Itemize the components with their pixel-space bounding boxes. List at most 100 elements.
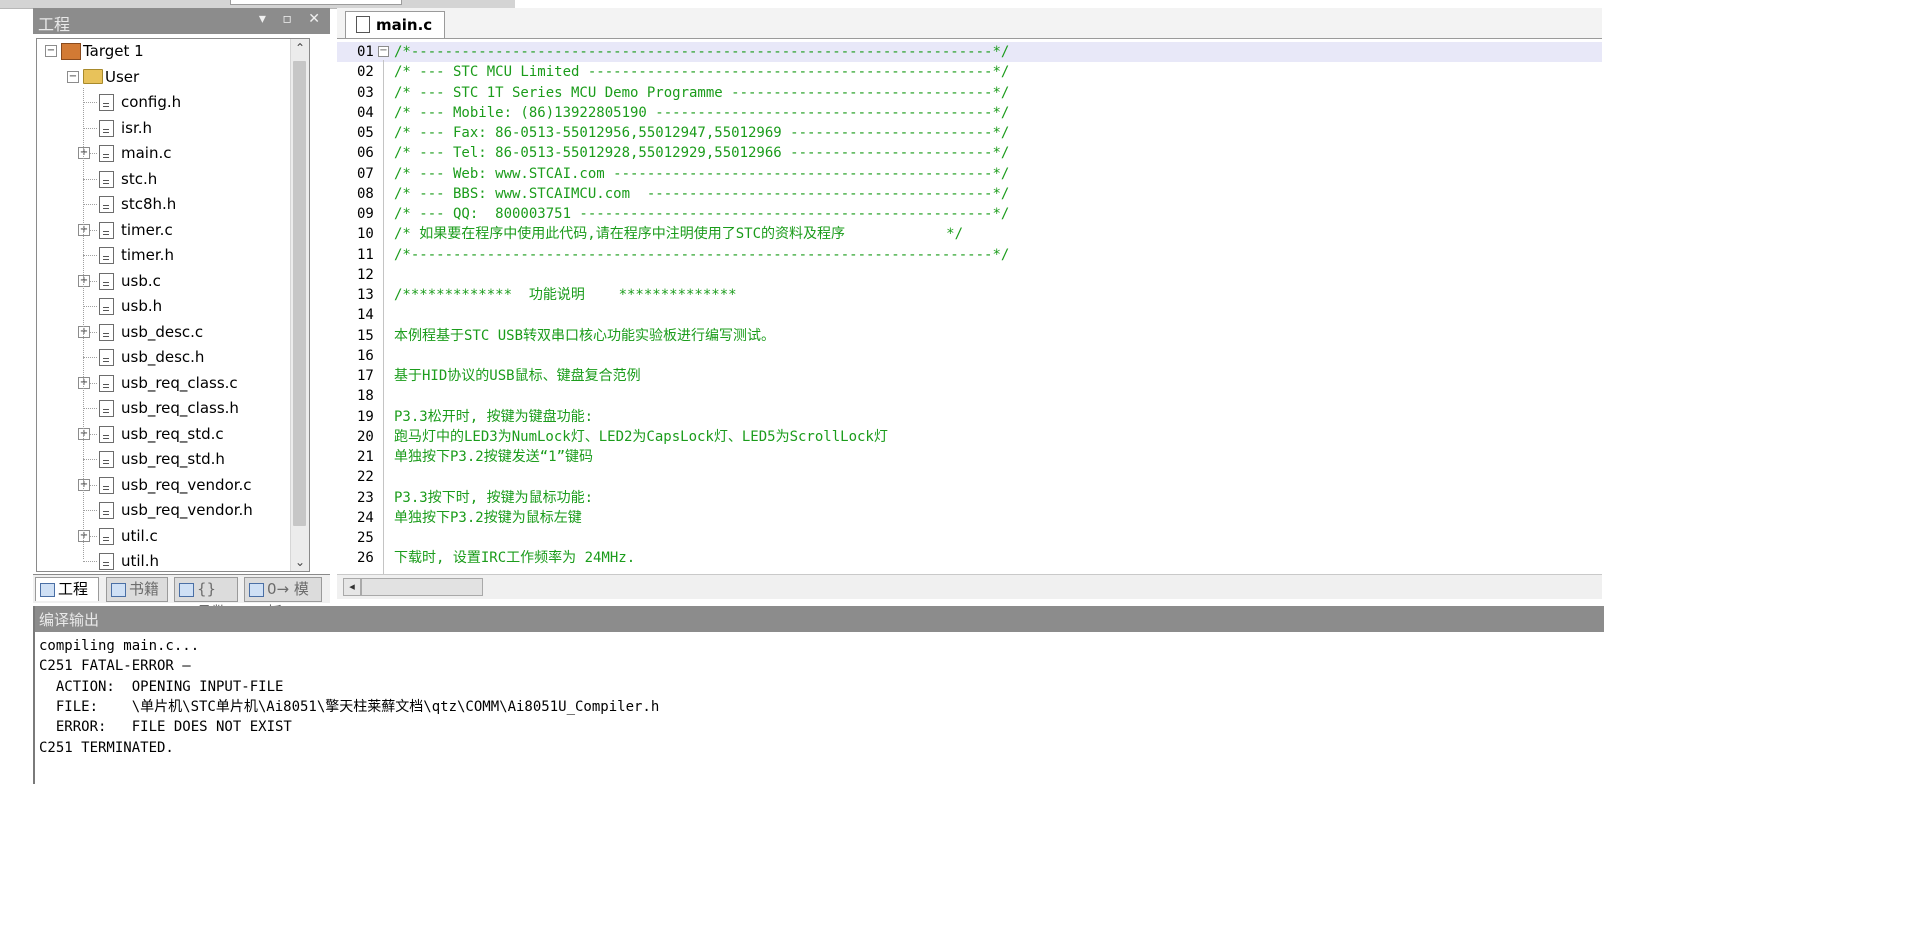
scroll-left-arrow-icon[interactable]: ◂ bbox=[343, 578, 361, 596]
expand-icon[interactable]: + bbox=[78, 274, 90, 287]
expand-icon[interactable]: + bbox=[78, 478, 90, 491]
source-file-icon bbox=[99, 272, 114, 290]
tree-item-label[interactable]: usb_desc.c bbox=[121, 320, 203, 344]
tree-item-label[interactable]: usb_req_vendor.h bbox=[121, 498, 253, 522]
code-line[interactable]: 17 基于HID协议的USB鼠标、键盘复合范例 bbox=[337, 366, 1602, 386]
tree-item-label[interactable]: Target 1 bbox=[83, 39, 144, 63]
line-number: 16 bbox=[357, 347, 374, 364]
tab-icon bbox=[111, 583, 126, 597]
tab-books[interactable]: 书籍 bbox=[106, 577, 168, 602]
source-file-icon bbox=[99, 145, 114, 162]
code-line[interactable]: 10 /* 如果要在程序中使用此代码,请在程序中注明使用了STC的资料及程序 */ bbox=[337, 224, 1602, 244]
expand-icon[interactable]: + bbox=[78, 529, 90, 542]
line-number: 08 bbox=[357, 185, 374, 202]
scroll-down-arrow-icon[interactable]: ⌄ bbox=[291, 553, 309, 571]
code-text: /*--------------------------------------… bbox=[394, 246, 1010, 263]
editor-tabbar: main.c bbox=[337, 8, 1602, 39]
editor-horizontal-scrollbar[interactable]: ◂ bbox=[337, 574, 1602, 599]
line-number: 03 bbox=[357, 84, 374, 101]
tree-item-label[interactable]: isr.h bbox=[121, 116, 152, 140]
code-line[interactable]: 06 /* --- Tel: 86-0513-55012928,55012929,… bbox=[337, 143, 1602, 163]
toolbar-combo[interactable] bbox=[230, 0, 402, 5]
line-number: 26 bbox=[357, 550, 374, 567]
code-line[interactable]: 23 P3.3按下时, 按键为鼠标功能: bbox=[337, 488, 1602, 508]
expand-icon[interactable]: + bbox=[78, 376, 90, 389]
code-line[interactable]: 08 /* --- BBS: www.STCAIMCU.com ---------… bbox=[337, 184, 1602, 204]
tree-item-label[interactable]: main.c bbox=[121, 141, 172, 165]
tree-item-label[interactable]: timer.h bbox=[121, 243, 174, 267]
tab-main-c[interactable]: main.c bbox=[345, 11, 446, 38]
tree-connector bbox=[83, 408, 97, 409]
code-line[interactable]: 25 bbox=[337, 528, 1602, 548]
tab-templates[interactable]: 0→ 模板 bbox=[244, 577, 322, 621]
expand-icon[interactable]: + bbox=[78, 223, 90, 236]
collapse-icon[interactable]: − bbox=[45, 45, 57, 57]
tree-item-label[interactable]: usb_req_std.c bbox=[121, 422, 224, 446]
source-file-icon bbox=[99, 94, 114, 111]
code-line[interactable]: 11 /*------------------------------------… bbox=[337, 245, 1602, 265]
code-line[interactable]: 21 单独按下P3.2按键发送“1”键码 bbox=[337, 447, 1602, 467]
horizontal-scroll-thumb[interactable] bbox=[361, 578, 483, 596]
tab-icon bbox=[179, 583, 194, 597]
code-line[interactable]: 13 /************* 功能说明 ************** bbox=[337, 285, 1602, 305]
tree-item-label[interactable]: usb_req_class.h bbox=[121, 396, 239, 420]
expand-icon[interactable]: + bbox=[78, 427, 90, 440]
source-file-icon bbox=[99, 119, 114, 137]
code-line[interactable]: 19 P3.3松开时, 按键为键盘功能: bbox=[337, 407, 1602, 427]
tab-project[interactable]: 工程 bbox=[35, 577, 99, 601]
source-file-icon bbox=[99, 553, 114, 570]
code-line[interactable]: 20 跑马灯中的LED3为NumLock灯、LED2为CapsLock灯、LED5… bbox=[337, 427, 1602, 447]
tab-functions[interactable]: {} 函数 bbox=[174, 577, 238, 621]
code-line[interactable]: 09 /* --- QQ: 800003751 -----------------… bbox=[337, 204, 1602, 224]
code-line[interactable]: 15 本例程基于STC USB转双串口核心功能实验板进行编写测试。 bbox=[337, 326, 1602, 346]
code-line[interactable]: 14 bbox=[337, 305, 1602, 325]
code-line[interactable]: 02 /* --- STC MCU Limited ---------------… bbox=[337, 62, 1602, 82]
code-line[interactable]: 24 单独按下P3.2按键为鼠标左键 bbox=[337, 508, 1602, 528]
output-line: C251 FATAL-ERROR – bbox=[39, 658, 191, 675]
tab-label: main.c bbox=[376, 16, 433, 34]
tree-item-label[interactable]: usb_req_vendor.c bbox=[121, 473, 252, 497]
output-line: C251 TERMINATED. bbox=[39, 739, 174, 756]
tree-item-label[interactable]: usb_req_std.h bbox=[121, 447, 225, 471]
scroll-up-arrow-icon[interactable]: ⌃ bbox=[291, 39, 309, 57]
tree-item-label[interactable]: usb_req_class.c bbox=[121, 371, 238, 395]
tree-item-label[interactable]: config.h bbox=[121, 90, 181, 114]
tree-item-label[interactable]: stc8h.h bbox=[121, 192, 176, 216]
collapse-icon[interactable]: − bbox=[67, 70, 79, 83]
code-line[interactable]: 05 /* --- Fax: 86-0513-55012956,55012947,… bbox=[337, 123, 1602, 143]
code-line[interactable]: 07 /* --- Web: www.STCAI.com ------------… bbox=[337, 164, 1602, 184]
tree-item-label[interactable]: stc.h bbox=[121, 167, 157, 191]
tree-item-label[interactable]: usb_desc.h bbox=[121, 345, 204, 369]
code-line[interactable]: 03 /* --- STC 1T Series MCU Demo Programm… bbox=[337, 83, 1602, 103]
scroll-thumb[interactable] bbox=[293, 61, 306, 526]
pane-controls[interactable]: ▾ ▫ ✕ bbox=[259, 11, 326, 27]
code-text: P3.3按下时, 按键为鼠标功能: bbox=[394, 489, 594, 506]
code-line[interactable]: 01 /*------------------------------------… bbox=[337, 42, 1602, 62]
expand-icon[interactable]: + bbox=[78, 325, 90, 338]
code-text: /* --- BBS: www.STCAIMCU.com -----------… bbox=[394, 185, 1010, 202]
tree-item-label[interactable]: util.c bbox=[121, 524, 158, 548]
code-line[interactable]: 22 bbox=[337, 467, 1602, 487]
tab-icon bbox=[40, 583, 55, 597]
source-file-icon bbox=[99, 451, 114, 468]
tree-vertical-connector bbox=[83, 88, 84, 559]
code-line[interactable]: 04 /* --- Mobile: (86)13922805190 -------… bbox=[337, 103, 1602, 123]
code-line[interactable]: 12 bbox=[337, 265, 1602, 285]
code-line[interactable]: 16 bbox=[337, 346, 1602, 366]
line-number: 02 bbox=[357, 64, 374, 81]
tree-vertical-scrollbar[interactable]: ⌃ ⌄ bbox=[290, 39, 309, 571]
code-line[interactable]: 26 下载时, 设置IRC工作频率为 24MHz. bbox=[337, 548, 1602, 568]
tree-item-label[interactable]: timer.c bbox=[121, 218, 173, 242]
tree-item-label[interactable]: usb.h bbox=[121, 294, 162, 318]
code-line[interactable]: 18 bbox=[337, 386, 1602, 406]
expand-icon[interactable]: + bbox=[78, 147, 90, 159]
c-file-icon bbox=[356, 16, 370, 33]
tree-item-label[interactable]: util.h bbox=[121, 549, 159, 571]
line-number: 13 bbox=[357, 287, 374, 303]
code-area[interactable]: − 01/*----------------------------------… bbox=[337, 42, 1602, 574]
project-pane: 工程 ▾ ▫ ✕ ⌃ ⌄ − Target 1− User config.h isr.h… bbox=[33, 8, 330, 621]
tree-item-label[interactable]: User bbox=[105, 65, 139, 89]
line-number: 21 bbox=[357, 449, 374, 465]
source-file-icon bbox=[99, 221, 114, 239]
tree-item-label[interactable]: usb.c bbox=[121, 269, 161, 293]
